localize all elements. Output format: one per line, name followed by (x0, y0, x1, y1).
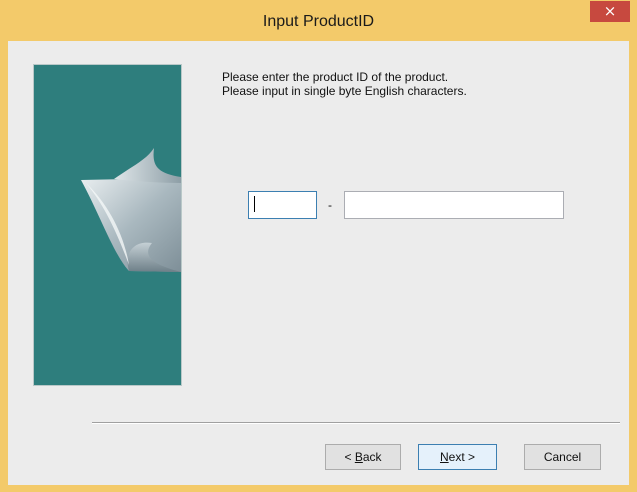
title-bar[interactable]: Input ProductID × (0, 0, 637, 41)
back-button[interactable]: < Back (325, 444, 401, 470)
side-banner (33, 64, 182, 386)
next-button-mnemonic: N (439, 450, 449, 464)
back-button-label: ack (362, 450, 382, 464)
next-button[interactable]: Next > (418, 444, 497, 470)
next-button-label: ext > (448, 450, 476, 464)
dialog-title: Input ProductID (262, 13, 375, 30)
back-button-mnemonic: B (354, 450, 363, 464)
close-button[interactable]: × (590, 1, 630, 22)
dialog-window: Input ProductID × Please enter the produ… (0, 0, 637, 492)
instruction-line-2: Please input in single byte English char… (222, 84, 467, 98)
instruction-line-1: Please enter the product ID of the produ… (222, 70, 449, 84)
paper-fold-graphic (81, 148, 181, 272)
instructions-text: Please enter the product ID of the produ… (222, 70, 467, 98)
cancel-button[interactable]: Cancel (524, 444, 601, 470)
text-caret (254, 196, 255, 212)
button-area-divider (92, 422, 620, 424)
close-icon: × (603, 2, 617, 20)
dialog-body: Please enter the product ID of the produ… (8, 41, 629, 485)
cancel-button-label: Cancel (543, 450, 582, 464)
product-id-part2-input[interactable] (344, 191, 564, 219)
product-id-separator: - (328, 198, 332, 212)
back-button-prefix: < (344, 450, 355, 464)
product-id-part1-input[interactable] (248, 191, 317, 219)
